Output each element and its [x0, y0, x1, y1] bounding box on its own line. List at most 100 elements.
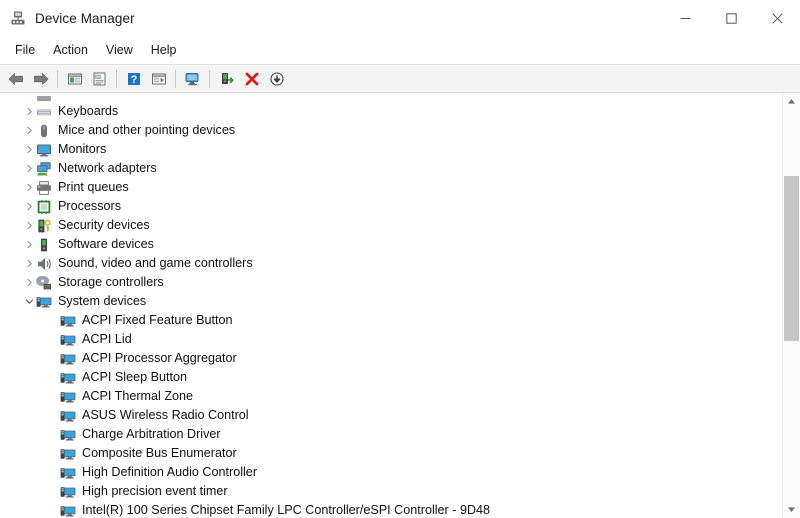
chevron-right-icon[interactable] — [22, 107, 36, 116]
chevron-right-icon[interactable] — [22, 240, 36, 249]
scroll-thumb[interactable] — [784, 176, 799, 341]
enable-device-button[interactable] — [214, 67, 239, 90]
properties-button[interactable] — [87, 67, 112, 90]
tree-row[interactable]: Print queues — [0, 178, 783, 197]
tree-row-label: Intel(R) 100 Series Chipset Family LPC C… — [82, 501, 490, 518]
tree-row[interactable]: Network adapters — [0, 159, 783, 178]
tree-row[interactable]: Processors — [0, 197, 783, 216]
menu-action[interactable]: Action — [44, 40, 97, 60]
title-bar: Device Manager — [0, 0, 800, 36]
forward-button[interactable] — [28, 67, 53, 90]
toolbar: ? — [0, 64, 800, 93]
scroll-down-arrow-icon[interactable] — [783, 501, 800, 518]
tree-row-label: Software devices — [58, 235, 154, 254]
tree-row-label: Storage controllers — [58, 273, 164, 292]
scroll-up-arrow-icon[interactable] — [783, 93, 800, 110]
tree-row-label: Print queues — [58, 178, 129, 197]
tree-row-label: ACPI Fixed Feature Button — [82, 311, 233, 330]
toolbar-separator-3 — [175, 70, 176, 88]
storage-controller-icon — [36, 275, 52, 291]
tree-row[interactable]: Intel(R) 100 Series Chipset Family LPC C… — [0, 501, 783, 518]
menu-help[interactable]: Help — [142, 40, 186, 60]
tree-row-label: ACPI Thermal Zone — [82, 387, 193, 406]
tree-row[interactable]: Keyboards — [0, 102, 783, 121]
security-device-icon — [36, 218, 52, 234]
tree-row-label: ACPI Lid — [82, 330, 132, 349]
update-driver-button[interactable] — [146, 67, 171, 90]
scan-for-hardware-changes-button[interactable] — [180, 67, 205, 90]
svg-text:?: ? — [130, 74, 137, 86]
tree-row-label: Composite Bus Enumerator — [82, 444, 237, 463]
tree-row-label: ACPI Processor Aggregator — [82, 349, 237, 368]
tree-row[interactable]: High Definition Audio Controller — [0, 463, 783, 482]
device-manager-icon — [10, 10, 26, 26]
system-device-icon — [60, 370, 76, 386]
tree-row[interactable]: Sound, video and game controllers — [0, 254, 783, 273]
device-manager-window: Device Manager File Action View He — [0, 0, 800, 518]
tree-row[interactable]: Security devices — [0, 216, 783, 235]
tree-row[interactable]: ACPI Processor Aggregator — [0, 349, 783, 368]
tree-row[interactable]: Software devices — [0, 235, 783, 254]
window-controls — [662, 0, 800, 36]
system-device-icon — [60, 389, 76, 405]
tree-row-label: ASUS Wireless Radio Control — [82, 406, 249, 425]
show-hide-console-tree-button[interactable] — [62, 67, 87, 90]
device-tree: KeyboardsMice and other pointing devices… — [0, 93, 783, 518]
minimize-button[interactable] — [662, 0, 708, 36]
tree-row-label: High Definition Audio Controller — [82, 463, 257, 482]
tree-row[interactable]: Storage controllers — [0, 273, 783, 292]
tree-row[interactable]: ASUS Wireless Radio Control — [0, 406, 783, 425]
tree-row[interactable]: Composite Bus Enumerator — [0, 444, 783, 463]
tree-row-label: High precision event timer — [82, 482, 228, 501]
system-device-icon — [60, 465, 76, 481]
disable-device-button[interactable] — [264, 67, 289, 90]
help-button[interactable]: ? — [121, 67, 146, 90]
tree-row[interactable]: System devices — [0, 292, 783, 311]
chevron-right-icon[interactable] — [22, 278, 36, 287]
tree-row-label: ACPI Sleep Button — [82, 368, 187, 387]
chevron-right-icon[interactable] — [22, 221, 36, 230]
tree-row[interactable]: Monitors — [0, 140, 783, 159]
close-button[interactable] — [754, 0, 800, 36]
menu-file[interactable]: File — [6, 40, 44, 60]
vertical-scrollbar[interactable] — [782, 93, 800, 518]
system-device-icon — [60, 446, 76, 462]
chevron-right-icon[interactable] — [22, 202, 36, 211]
chevron-right-icon[interactable] — [22, 145, 36, 154]
chevron-right-icon[interactable] — [22, 183, 36, 192]
menu-bar: File Action View Help — [0, 36, 800, 64]
chevron-right-icon[interactable] — [22, 126, 36, 135]
printer-icon — [36, 180, 52, 196]
tree-row[interactable]: ACPI Thermal Zone — [0, 387, 783, 406]
chevron-right-icon[interactable] — [22, 164, 36, 173]
device-tree-panel: KeyboardsMice and other pointing devices… — [0, 93, 800, 518]
system-device-icon — [60, 313, 76, 329]
tree-row-label: Keyboards — [58, 102, 118, 121]
tree-row[interactable]: Mice and other pointing devices — [0, 121, 783, 140]
tree-row[interactable]: ACPI Fixed Feature Button — [0, 311, 783, 330]
tree-row[interactable]: ACPI Lid — [0, 330, 783, 349]
monitor-icon — [36, 142, 52, 158]
toolbar-separator-1 — [57, 70, 58, 88]
back-button[interactable] — [3, 67, 28, 90]
maximize-button[interactable] — [708, 0, 754, 36]
keyboard-icon — [36, 104, 52, 120]
chevron-right-icon[interactable] — [22, 259, 36, 268]
system-device-icon — [36, 294, 52, 310]
system-device-icon — [60, 503, 76, 518]
window-title: Device Manager — [35, 11, 135, 26]
tree-row-label: Security devices — [58, 216, 150, 235]
tree-row-partial[interactable] — [0, 93, 783, 102]
tree-row[interactable]: ACPI Sleep Button — [0, 368, 783, 387]
network-adapter-icon — [36, 161, 52, 177]
uninstall-device-button[interactable] — [239, 67, 264, 90]
menu-view[interactable]: View — [97, 40, 142, 60]
software-device-icon — [36, 237, 52, 253]
tree-row-label: Charge Arbitration Driver — [82, 425, 221, 444]
tree-row-label: Network adapters — [58, 159, 157, 178]
chevron-down-icon[interactable] — [22, 297, 36, 306]
tree-row[interactable]: Charge Arbitration Driver — [0, 425, 783, 444]
tree-row[interactable]: High precision event timer — [0, 482, 783, 501]
system-device-icon — [60, 427, 76, 443]
system-device-icon — [60, 484, 76, 500]
